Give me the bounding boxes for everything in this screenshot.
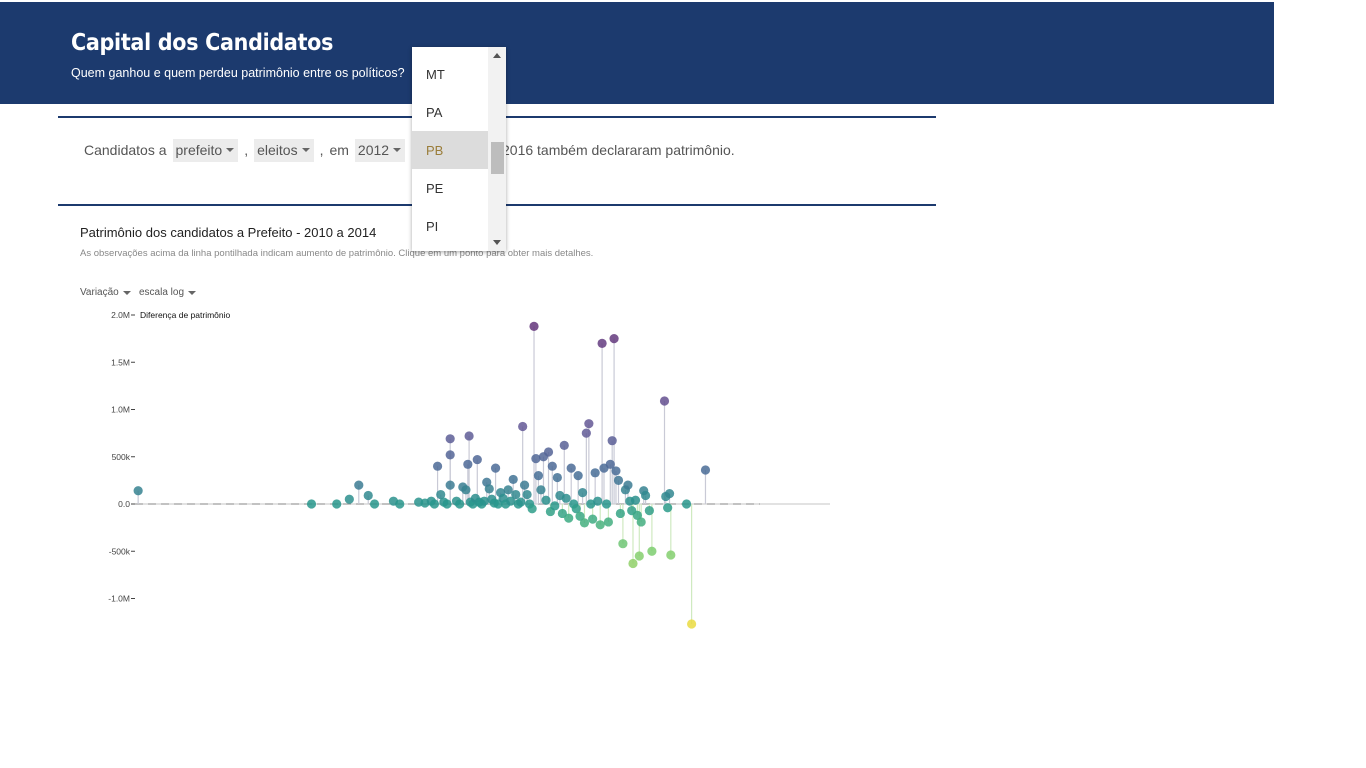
data-point[interactable] [541,495,551,505]
data-point[interactable] [623,480,633,490]
data-point[interactable] [369,499,380,509]
data-point[interactable] [332,499,342,509]
data-point[interactable] [579,518,590,528]
data-point[interactable] [516,497,526,507]
data-point[interactable] [445,434,455,444]
scroll-down-icon[interactable] [493,240,501,245]
data-point[interactable] [518,421,528,432]
y-axis-label: Diferença de patrimônio [140,310,231,320]
data-point[interactable] [573,471,583,481]
data-point[interactable] [464,431,474,441]
data-point[interactable] [630,495,641,505]
y-tick-label: 1.5M [111,357,130,367]
data-point[interactable] [584,419,594,429]
data-point[interactable] [687,619,697,629]
uf-option-pa[interactable]: PA [412,93,488,131]
data-point[interactable] [561,493,571,503]
data-point[interactable] [511,489,521,500]
data-point[interactable] [533,471,544,481]
data-point[interactable] [647,546,657,556]
data-point[interactable] [663,503,673,513]
scroll-up-icon[interactable] [493,53,501,58]
data-point[interactable] [519,480,530,490]
data-point[interactable] [609,334,619,344]
data-point[interactable] [463,459,473,469]
data-point[interactable] [611,466,621,476]
y-tick-label: 1.0M [111,405,130,415]
data-point[interactable] [536,485,546,495]
data-point[interactable] [354,480,364,490]
y-tick-label: -1.0M [108,594,130,604]
uf-dropdown-list[interactable]: MT PA PB PE PI [412,47,506,251]
y-tick-label: -500k [109,546,131,556]
data-point[interactable] [395,499,405,509]
data-point[interactable] [455,499,465,509]
uf-option-mt[interactable]: MT [412,55,488,93]
data-point[interactable] [306,499,317,509]
data-point[interactable] [550,501,560,511]
data-point[interactable] [529,321,539,331]
data-point[interactable] [445,480,455,490]
data-point[interactable] [581,428,591,438]
data-point[interactable] [681,499,692,509]
uf-option-pi[interactable]: PI [412,207,488,245]
stems [137,326,707,625]
data-point[interactable] [552,472,562,483]
data-point[interactable] [527,504,537,514]
data-point[interactable] [442,499,452,509]
data-point[interactable] [664,489,675,499]
data-point[interactable] [508,474,518,485]
data-point[interactable] [597,338,607,348]
data-point[interactable] [445,450,455,460]
data-point[interactable] [640,490,651,501]
data-point[interactable] [461,485,471,495]
data-point[interactable] [133,486,143,496]
data-point[interactable] [429,499,440,509]
data-point[interactable] [644,506,654,516]
dropdown-scrollbar[interactable] [488,47,506,251]
uf-option-pe[interactable]: PE [412,169,488,207]
data-point[interactable] [618,539,628,549]
data-point[interactable] [472,454,482,465]
data-point[interactable] [659,396,670,406]
data-point[interactable] [559,440,569,451]
data-point[interactable] [593,496,603,506]
data-point[interactable] [543,447,554,457]
data-point[interactable] [700,465,711,475]
data-point[interactable] [566,463,576,473]
data-point[interactable] [564,513,574,523]
data-point[interactable] [484,484,494,494]
y-tick-label: 500k [112,452,131,462]
data-point[interactable] [613,475,624,485]
data-point[interactable] [634,551,644,561]
data-point[interactable] [607,436,617,446]
data-point[interactable] [595,520,605,530]
uf-option-pb[interactable]: PB [412,131,488,169]
data-point[interactable] [577,488,588,498]
data-point[interactable] [590,468,600,478]
data-point[interactable] [363,490,373,501]
data-point[interactable] [432,461,443,471]
data-point[interactable] [636,517,646,527]
y-tick-label: 0.0 [118,499,130,509]
data-point[interactable] [603,517,614,527]
data-point[interactable] [344,494,354,504]
points [133,321,711,629]
data-point[interactable] [522,489,532,500]
data-point[interactable] [666,550,676,560]
data-point[interactable] [628,558,638,569]
scrollbar-thumb[interactable] [491,142,504,174]
scatter-chart: 2.0M 1.5M 1.0M 500k 0.0 -500k -1.0M Diferença d… [108,310,830,629]
data-point[interactable] [490,463,501,473]
data-point[interactable] [588,514,598,524]
data-point[interactable] [601,499,612,509]
y-tick-label: 2.0M [111,310,130,320]
data-point[interactable] [615,508,625,519]
data-point[interactable] [547,461,557,471]
